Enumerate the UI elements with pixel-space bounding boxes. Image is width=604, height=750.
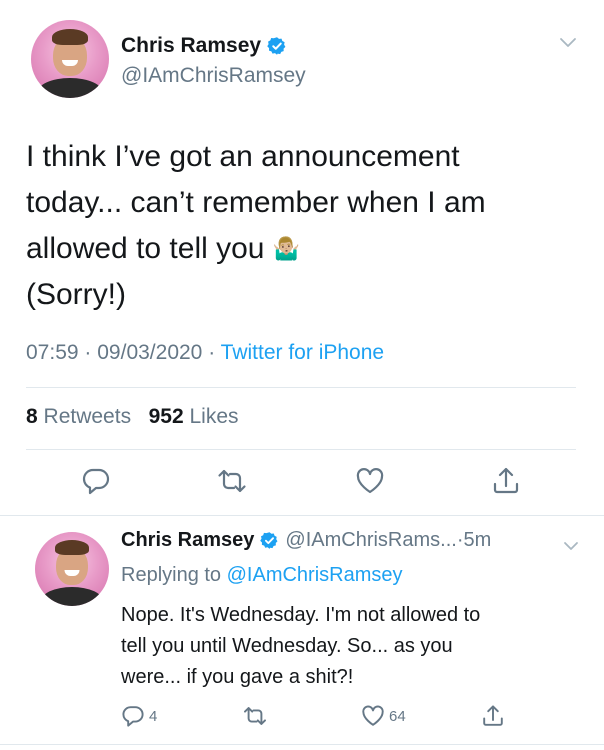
shrug-emoji: 🤷🏼‍♂️ (272, 236, 301, 261)
chevron-down-icon[interactable] (562, 540, 580, 552)
verified-badge-icon (260, 532, 278, 549)
meta-separator: · (456, 529, 464, 551)
tweet-time[interactable]: 07:59 (26, 341, 79, 364)
verified-badge-icon (267, 37, 286, 55)
author-display-name[interactable]: Chris Ramsey (121, 34, 261, 58)
tweet-date[interactable]: 09/03/2020 (97, 341, 202, 364)
reply-header: Chris Ramsey @IAmChrisRams... · 5m (121, 529, 491, 552)
tweet-text: I think I’ve got an announcement today..… (26, 134, 586, 318)
main-tweet: Chris Ramsey @IAmChrisRamsey I think I’v… (0, 0, 604, 516)
tweet-text-line: allowed to tell you 🤷🏼‍♂️ (26, 226, 586, 272)
reply-action[interactable]: 4 (121, 704, 157, 728)
tweet-timestamp: 07:59 · 09/03/2020 · Twitter for iPhone (26, 341, 384, 365)
reply-author-handle[interactable]: @IAmChrisRams... (285, 529, 456, 552)
reply-count: 4 (149, 707, 158, 725)
reply-text-line: tell you until Wednesday. So... as you (121, 635, 453, 657)
reply-icon[interactable] (81, 466, 111, 496)
reply-avatar[interactable] (35, 532, 109, 606)
divider (26, 387, 576, 388)
likes-label: Likes (189, 405, 239, 428)
tweet-stats: 8 Retweets 952 Likes (26, 405, 239, 429)
retweet-action[interactable] (243, 704, 267, 728)
reply-text-line: Nope. It's Wednesday. I'm not allowed to (121, 604, 481, 626)
like-icon[interactable] (355, 466, 385, 496)
chevron-down-icon[interactable] (558, 36, 578, 50)
avatar-hair (52, 29, 88, 45)
avatar-shirt (37, 78, 103, 98)
share-action[interactable] (481, 704, 505, 728)
retweets-label: Retweets (43, 405, 132, 428)
likes-stat[interactable]: 952 Likes (149, 405, 239, 428)
retweets-count: 8 (26, 405, 38, 428)
replying-to-mention[interactable]: @IAmChrisRamsey (227, 564, 403, 586)
divider (26, 449, 576, 450)
meta-separator: · (84, 341, 92, 364)
like-count: 64 (389, 707, 406, 725)
share-icon[interactable] (481, 704, 505, 728)
share-icon[interactable] (491, 466, 521, 496)
likes-count: 952 (148, 405, 184, 428)
tweet-source-link[interactable]: Twitter for iPhone (221, 341, 384, 364)
like-action[interactable]: 64 (361, 704, 406, 728)
avatar-shirt (41, 587, 103, 606)
avatar[interactable] (31, 20, 109, 98)
reply-text: Nope. It's Wednesday. I'm not allowed to… (121, 600, 581, 693)
divider (0, 744, 604, 745)
reply-text-line: were... if you gave a shit?! (121, 666, 354, 688)
like-icon[interactable] (361, 704, 385, 728)
retweets-stat[interactable]: 8 Retweets (26, 405, 131, 428)
retweet-icon[interactable] (243, 704, 267, 728)
reply-action-bar: 4 64 (0, 704, 604, 728)
meta-separator: · (208, 341, 216, 364)
retweet-icon[interactable] (217, 466, 247, 496)
replying-to-prefix: Replying to (121, 564, 222, 586)
reply-time-ago[interactable]: 5m (464, 529, 492, 552)
reply-icon[interactable] (121, 704, 145, 728)
author-handle[interactable]: @IAmChrisRamsey (121, 64, 306, 88)
tweet-action-bar (0, 466, 604, 498)
replying-to: Replying to @IAmChrisRamsey (121, 564, 403, 587)
author-name-row[interactable]: Chris Ramsey (121, 34, 287, 58)
tweet-text-line: I think I’ve got an announcement (26, 140, 460, 173)
reply-author-name[interactable]: Chris Ramsey (121, 529, 254, 552)
tweet-text-line: (Sorry!) (26, 278, 126, 311)
tweet-text-line: today... can’t remember when I am (26, 186, 486, 219)
avatar-hair (55, 540, 89, 555)
tweet-text-segment: allowed to tell you (26, 232, 265, 265)
